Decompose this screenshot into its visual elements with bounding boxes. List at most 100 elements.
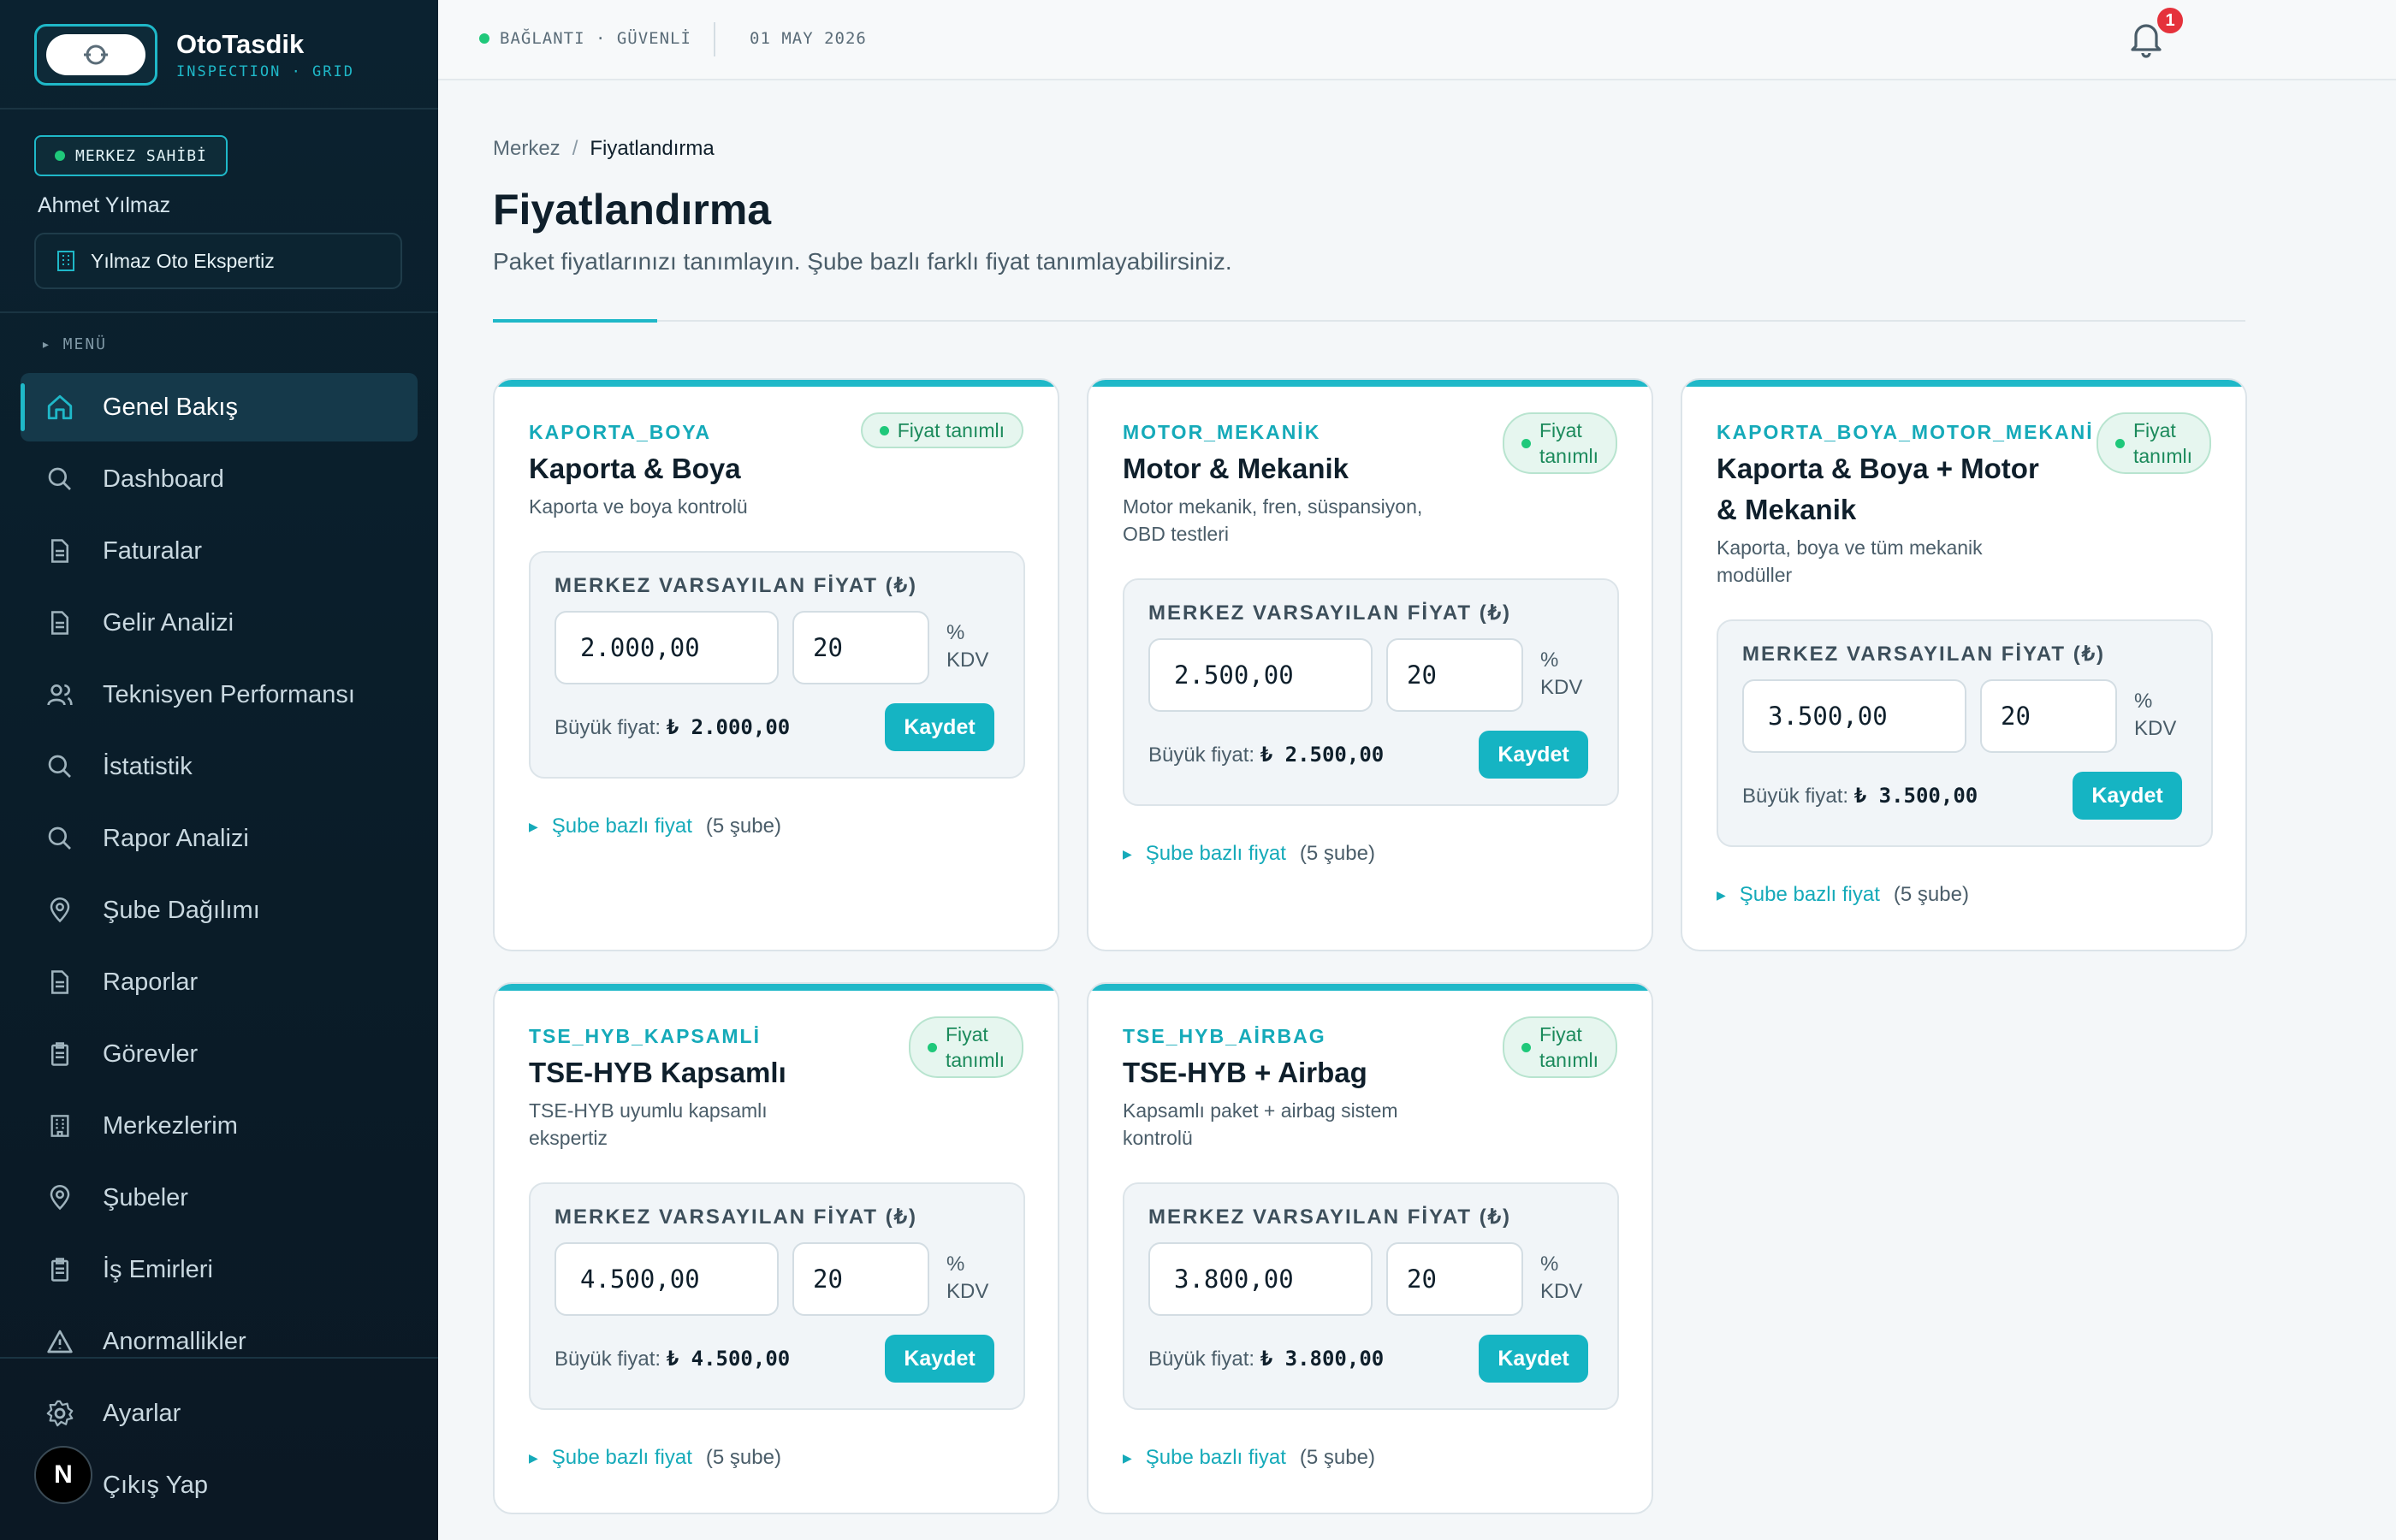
status-badge: Fiyat tanımlı [860,412,1023,448]
kdv-percent: % [2134,690,2153,713]
sidebar-item-label: Anormallikler [103,1327,246,1355]
brand-name: OtoTasdik [176,29,305,59]
sidebar-item-rapor-analizi[interactable]: Rapor Analizi [21,804,418,873]
center-name: Yılmaz Oto Ekspertiz [91,249,275,272]
kdv-input[interactable]: 20 [792,611,929,684]
branch-count: (5 şube) [1299,842,1375,865]
big-price-label: Büyük fiyat: [1742,785,1849,808]
center-selector[interactable]: Yılmaz Oto Ekspertiz [34,233,402,289]
kdv-text: KDV [946,649,989,672]
branch-count: (5 şube) [1299,1446,1375,1469]
sidebar-item-dashboard[interactable]: Dashboard [21,445,418,513]
sidebar-item-label: Şubeler [103,1183,188,1211]
status-dot [479,33,489,44]
warning-icon [44,1326,75,1357]
package-name: TSE-HYB Kapsamlı [529,1057,786,1088]
price-input[interactable]: 3.800,00 [1148,1242,1373,1316]
package-description: Kaporta, boya ve tüm mekanik modüller [1717,536,1983,586]
save-button[interactable]: Kaydet [1479,731,1588,779]
sidebar-item-istatistik[interactable]: İstatistik [21,732,418,801]
sidebar-nav: Genel Bakış Dashboard Faturalar Gelir An… [21,373,418,1379]
divider [0,1357,438,1359]
big-price-label: Büyük fiyat: [1148,1348,1255,1371]
sidebar-item-sube-dagilimi[interactable]: Şube Dağılımı [21,876,418,945]
branch-price-toggle[interactable]: ▶ Şube bazlı fiyat (5 şube) [529,814,781,838]
kdv-input[interactable]: 20 [1386,638,1523,712]
status-badge: Fiyat tanımlı [2096,412,2211,474]
sidebar-item-is-emirleri[interactable]: İş Emirleri [21,1235,418,1304]
save-button[interactable]: Kaydet [1479,1335,1588,1383]
kdv-label: % KDV [1540,647,1592,702]
sidebar-item-teknisyen-performansi[interactable]: Teknisyen Performansı [21,660,418,729]
status-dot [879,425,889,435]
big-price-label: Büyük fiyat: [555,1348,661,1371]
package-description: Kapsamlı paket + airbag sistem kontrolü [1123,1099,1398,1149]
branch-price-link: Şube bazlı fiyat [1145,1446,1286,1469]
package-code: TSE_HYB_KAPSAMLİ [529,1025,761,1047]
brand[interactable]: OtoTasdik INSPECTION · GRID [34,24,354,86]
sidebar: OtoTasdik INSPECTION · GRID MERKEZ SAHİB… [0,0,438,1540]
sidebar-item-genel-bakis[interactable]: Genel Bakış [21,373,418,441]
sidebar-item-label: Görevler [103,1040,199,1068]
save-button[interactable]: Kaydet [885,703,994,751]
package-card: TSE_HYB_AİRBAG Fiyat tanımlı TSE-HYB + Ai… [1087,982,1653,1514]
status-dot [1521,438,1531,448]
page-description: Paket fiyatlarınızı tanımlayın. Şube baz… [493,248,1232,275]
package-code: KAPORTA_BOYA_MOTOR_MEKANİK [1717,421,2093,443]
status-dot [2114,438,2125,448]
gear-icon [44,1398,75,1429]
price-input[interactable]: 2.000,00 [555,611,779,684]
branch-price-toggle[interactable]: ▶ Şube bazlı fiyat (5 şube) [1123,1446,1375,1470]
sidebar-item-label: Şube Dağılımı [103,896,260,924]
connection-label: BAĞLANTI · GÜVENLİ [500,29,691,48]
sidebar-item-label: Genel Bakış [103,393,238,421]
branch-price-link: Şube bazlı fiyat [1739,883,1880,906]
kdv-text: KDV [2134,717,2177,740]
big-price: Büyük fiyat: ₺ 3.500,00 [1742,784,1978,808]
status-badge: Fiyat tanımlı [1502,412,1617,474]
sidebar-item-subeler[interactable]: Şubeler [21,1164,418,1232]
car-inspection-icon [84,44,108,65]
package-card: TSE_HYB_KAPSAMLİ Fiyat tanımlı TSE-HYB Ka… [493,982,1059,1514]
package-description: Kaporta ve boya kontrolü [529,495,748,518]
search-icon [44,823,75,854]
kdv-percent: % [1540,649,1559,672]
breadcrumb-root[interactable]: Merkez [493,137,560,161]
package-description: TSE-HYB uyumlu kapsamlı ekspertiz [529,1099,768,1149]
sidebar-item-raporlar[interactable]: Raporlar [21,948,418,1016]
sidebar-item-gelir-analizi[interactable]: Gelir Analizi [21,589,418,657]
big-price: Büyük fiyat: ₺ 2.500,00 [1148,743,1384,767]
price-label: MERKEZ VARSAYILAN FİYAT (₺) [555,574,917,597]
price-input[interactable]: 2.500,00 [1148,638,1373,712]
price-box: MERKEZ VARSAYILAN FİYAT (₺) 2.000,00 20 … [529,551,1025,779]
kdv-input[interactable]: 20 [792,1242,929,1316]
sidebar-item-merkezlerim[interactable]: Merkezlerim [21,1092,418,1160]
price-input[interactable]: 4.500,00 [555,1242,779,1316]
kdv-input[interactable]: 20 [1980,679,2117,753]
kdv-input[interactable]: 20 [1386,1242,1523,1316]
location-pin-icon [44,895,75,926]
dev-tools-badge[interactable]: N [34,1446,92,1504]
search-icon [44,751,75,782]
save-button[interactable]: Kaydet [2073,772,2182,820]
breadcrumb-current: Fiyatlandırma [590,137,715,160]
save-button[interactable]: Kaydet [885,1335,994,1383]
caret-right-icon: ▶ [1123,846,1132,861]
branch-price-toggle[interactable]: ▶ Şube bazlı fiyat (5 şube) [1717,883,1969,907]
clipboard-icon [44,1039,75,1069]
role-badge: MERKEZ SAHİBİ [34,135,228,176]
branch-price-toggle[interactable]: ▶ Şube bazlı fiyat (5 şube) [1123,842,1375,866]
package-name: TSE-HYB + Airbag [1123,1057,1367,1088]
price-label: MERKEZ VARSAYILAN FİYAT (₺) [1742,643,2105,666]
sidebar-item-faturalar[interactable]: Faturalar [21,517,418,585]
sidebar-item-gorevler[interactable]: Görevler [21,1020,418,1088]
sidebar-item-label: Çıkış Yap [103,1471,209,1499]
package-card: KAPORTA_BOYA_MOTOR_MEKANİK Fiyat tanımlı … [1681,378,2247,951]
branch-price-toggle[interactable]: ▶ Şube bazlı fiyat (5 şube) [529,1446,781,1470]
sidebar-item-ayarlar[interactable]: Ayarlar [21,1379,418,1448]
sidebar-item-anormallikler[interactable]: Anormallikler [21,1307,418,1376]
document-icon [44,967,75,998]
price-input[interactable]: 3.500,00 [1742,679,1966,753]
package-name: Motor & Mekanik [1123,453,1349,484]
kdv-label: % KDV [946,619,998,674]
